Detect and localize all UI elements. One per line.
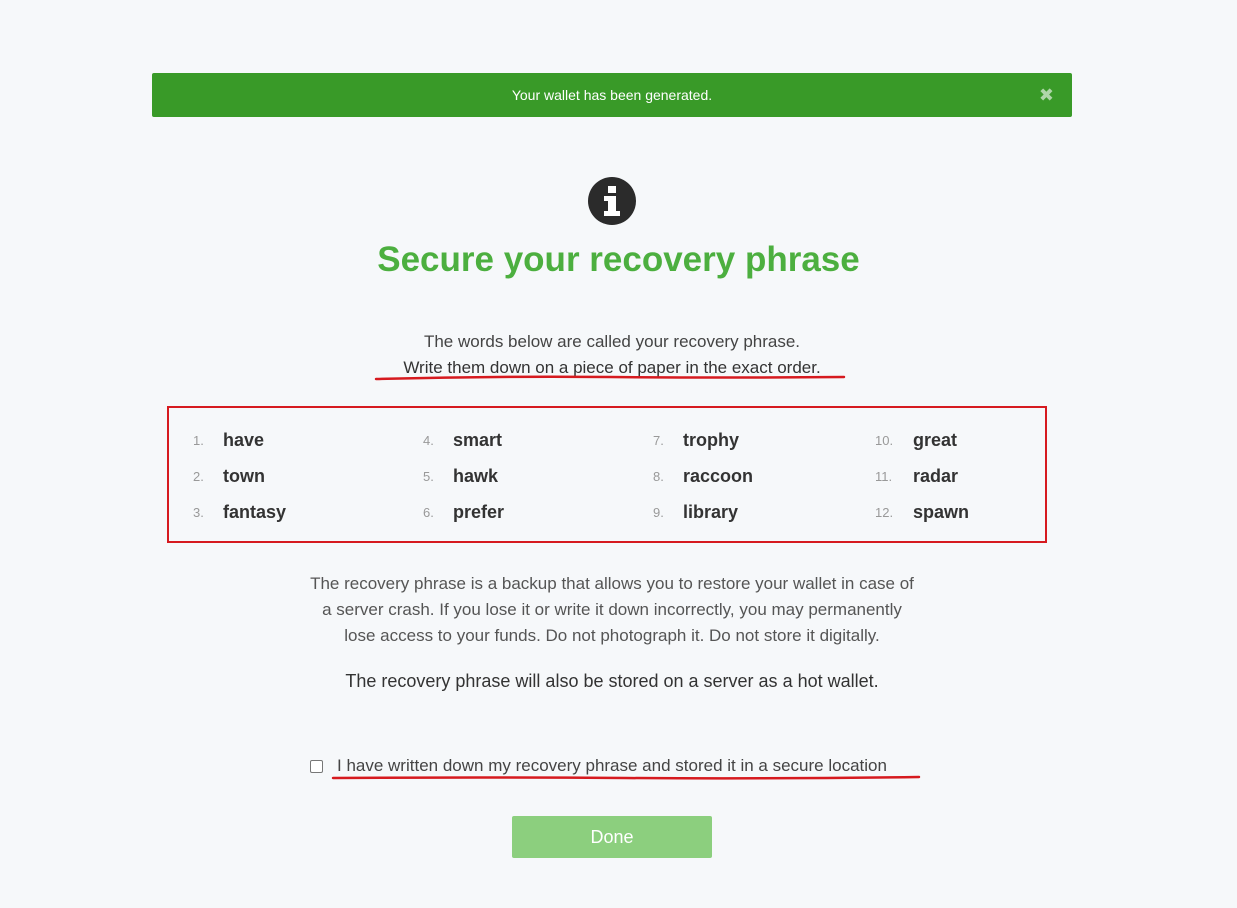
close-icon[interactable]: ✖ (1039, 86, 1054, 104)
word-number: 1. (193, 432, 204, 448)
word-text: radar (913, 465, 959, 486)
warning-text: The recovery phrase is a backup that all… (0, 571, 1224, 649)
word-number: 7. (653, 432, 664, 448)
word-text: trophy (683, 429, 739, 450)
word-text: smart (453, 429, 503, 450)
warning-line-1: The recovery phrase is a backup that all… (310, 574, 914, 593)
word-number: 5. (423, 468, 434, 484)
word-number: 12. (875, 504, 894, 520)
red-underline-annotation (331, 775, 921, 780)
word-number: 8. (653, 468, 664, 484)
word-text: have (223, 429, 265, 450)
word-number: 6. (423, 504, 434, 520)
word-text: library (683, 501, 739, 522)
word-text: great (913, 429, 958, 450)
word-text: fantasy (223, 501, 287, 522)
word-number: 11. (875, 468, 893, 484)
word-text: spawn (913, 501, 970, 522)
word-text: raccoon (683, 465, 754, 486)
word-number: 10. (875, 432, 894, 448)
recovery-phrase-box: 1. have 2. town 3. fantasy 4. smart 5. h… (167, 406, 1047, 543)
done-button[interactable]: Done (512, 816, 712, 858)
word-number: 3. (193, 504, 204, 520)
word-text: town (223, 465, 265, 486)
warning-line-3: lose access to your funds. Do not photog… (344, 626, 880, 645)
confirm-label[interactable]: I have written down my recovery phrase a… (337, 756, 887, 776)
word-number: 4. (423, 432, 434, 448)
intro-line-1: The words below are called your recovery… (423, 332, 801, 351)
word-text: prefer (453, 501, 505, 522)
hot-wallet-note: The recovery phrase will also be stored … (345, 671, 879, 691)
confirm-checkbox[interactable] (310, 759, 323, 773)
warning-line-2: a server crash. If you lose it or write … (322, 600, 902, 619)
success-alert: Your wallet has been generated. ✖ (152, 73, 1072, 117)
word-number: 9. (653, 504, 664, 520)
recovery-phrase-page: Your wallet has been generated. ✖ Secure… (0, 0, 1237, 908)
alert-message: Your wallet has been generated. (511, 87, 713, 103)
word-text: hawk (453, 465, 499, 486)
info-icon (588, 177, 636, 225)
word-number: 2. (193, 468, 204, 484)
page-title: Secure your recovery phrase (377, 240, 860, 279)
red-underline-annotation (374, 375, 846, 381)
